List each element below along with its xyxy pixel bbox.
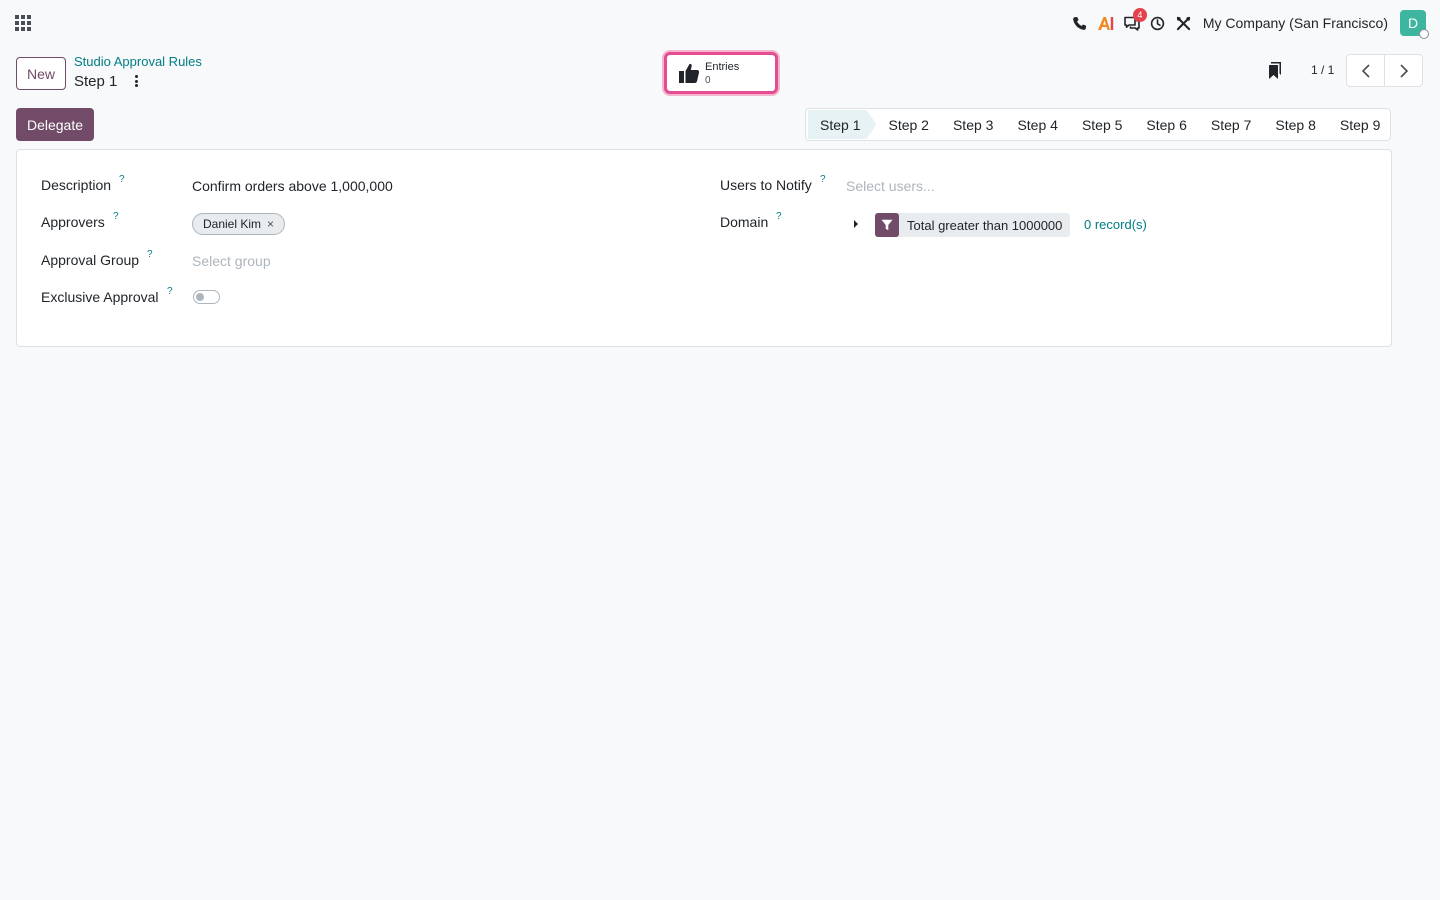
actions-menu-icon[interactable] (131, 74, 141, 88)
exclusive-approval-help-icon[interactable]: ? (167, 286, 173, 297)
remove-tag-icon[interactable]: × (267, 217, 274, 231)
approval-group-label: Approval Group (41, 252, 140, 268)
status-step-6[interactable]: Step 6 (1134, 110, 1198, 139)
tools-icon[interactable] (1171, 8, 1197, 38)
domain-rule[interactable]: Total greater than 1000000 (875, 213, 1071, 237)
thumbs-up-icon (679, 63, 700, 83)
filter-icon (875, 213, 899, 237)
status-step-4[interactable]: Step 4 (1005, 110, 1069, 139)
pager-previous-button[interactable] (1346, 54, 1385, 87)
pager-value[interactable]: 1 / 1 (1311, 63, 1334, 77)
domain-help-icon[interactable]: ? (776, 211, 782, 222)
phone-icon[interactable] (1067, 8, 1093, 38)
approvers-help-icon[interactable]: ? (113, 211, 119, 222)
status-step-7[interactable]: Step 7 (1199, 110, 1263, 139)
delegate-button[interactable]: Delegate (16, 108, 94, 141)
pager-next-button[interactable] (1384, 54, 1423, 87)
users-to-notify-input[interactable]: Select users... (846, 178, 935, 194)
users-to-notify-label: Users to Notify (720, 177, 812, 193)
approval-group-help-icon[interactable]: ? (147, 249, 153, 260)
avatar-initial: D (1407, 15, 1419, 31)
description-help-icon[interactable]: ? (119, 174, 125, 185)
clock-icon[interactable] (1145, 8, 1171, 38)
form-sheet: Description ? Confirm orders above 1,000… (16, 149, 1392, 347)
approver-tag-label: Daniel Kim (203, 217, 262, 231)
description-field[interactable]: Confirm orders above 1,000,000 (192, 178, 393, 194)
domain-records-link[interactable]: 0 record(s) (1084, 217, 1147, 232)
entries-smart-button[interactable]: Entries 0 (664, 52, 778, 94)
discuss-icon[interactable]: 4 (1119, 8, 1147, 38)
chevron-right-icon (1399, 63, 1408, 78)
description-label: Description (41, 177, 112, 193)
smart-button-label: Entries (705, 61, 740, 73)
exclusive-approval-toggle[interactable] (193, 290, 220, 304)
top-navbar: 4 My Company (San Francisco) D (0, 0, 1440, 46)
bookmark-icon[interactable] (1268, 62, 1282, 79)
breadcrumb-current: Step 1 (74, 73, 118, 90)
approval-group-input[interactable]: Select group (192, 253, 271, 269)
apps-grid-icon[interactable] (15, 15, 31, 31)
users-to-notify-help-icon[interactable]: ? (820, 174, 826, 185)
ai-icon[interactable] (1093, 8, 1119, 38)
avatar[interactable]: D (1400, 10, 1429, 39)
caret-right-icon[interactable] (853, 219, 859, 229)
domain-label: Domain (720, 214, 769, 230)
breadcrumb-parent-link[interactable]: Studio Approval Rules (74, 54, 202, 69)
smart-button-value: 0 (705, 75, 711, 86)
exclusive-approval-label: Exclusive Approval (41, 289, 159, 305)
status-step-9[interactable]: Step 9 (1328, 110, 1392, 139)
chevron-left-icon (1361, 63, 1370, 78)
presence-status-icon (1419, 29, 1429, 39)
status-step-1[interactable]: Step 1 (808, 110, 876, 139)
new-button[interactable]: New (16, 57, 66, 90)
status-step-2[interactable]: Step 2 (876, 110, 940, 139)
status-step-5[interactable]: Step 5 (1070, 110, 1134, 139)
approvers-label: Approvers (41, 214, 105, 230)
status-step-8[interactable]: Step 8 (1263, 110, 1327, 139)
statusbar: Step 1 Step 2 Step 3 Step 4 Step 5 Step … (805, 108, 1391, 141)
systray: 4 My Company (San Francisco) D (1067, 8, 1429, 39)
domain-rule-text: Total greater than 1000000 (907, 217, 1063, 233)
approver-tag: Daniel Kim × (192, 213, 286, 235)
company-switcher[interactable]: My Company (San Francisco) (1203, 15, 1388, 31)
status-step-3[interactable]: Step 3 (941, 110, 1005, 139)
